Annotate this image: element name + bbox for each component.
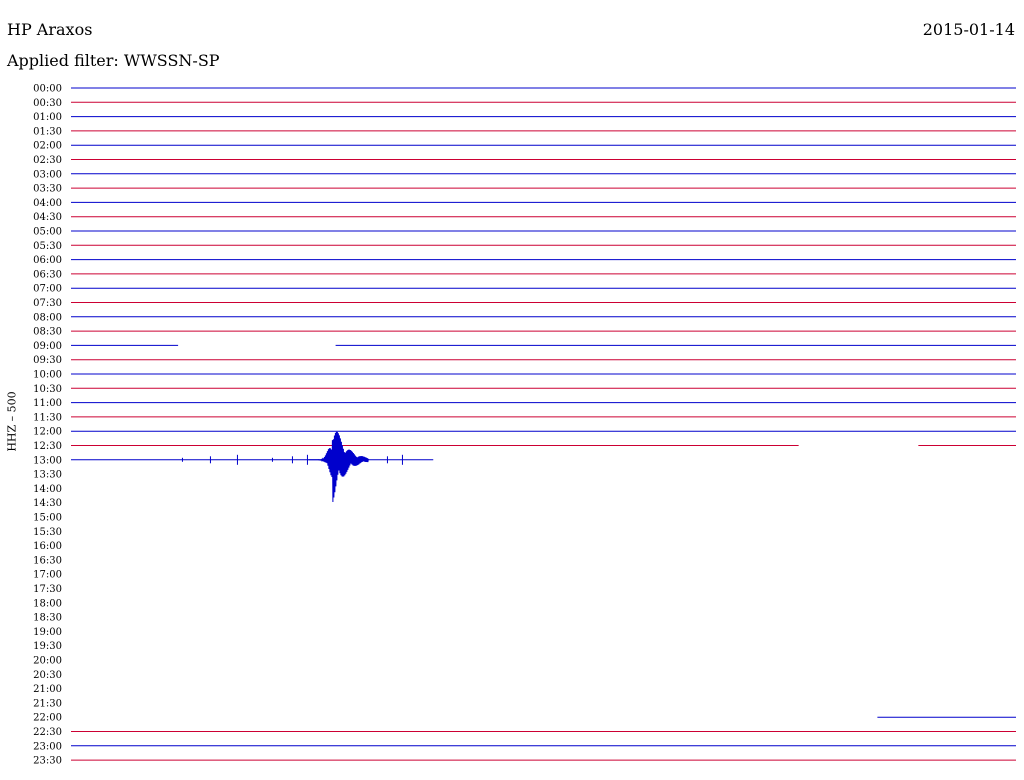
time-tick-1800: 18:00 bbox=[33, 598, 62, 609]
time-tick-2030: 20:30 bbox=[33, 670, 62, 681]
time-tick-0230: 02:30 bbox=[33, 155, 62, 166]
time-tick-1230: 12:30 bbox=[33, 441, 62, 452]
time-tick-2130: 21:30 bbox=[33, 698, 62, 709]
time-tick-2000: 20:00 bbox=[33, 656, 62, 667]
time-tick-1300: 13:00 bbox=[33, 455, 62, 466]
time-tick-0300: 03:00 bbox=[33, 169, 62, 180]
time-tick-1600: 16:00 bbox=[33, 541, 62, 552]
time-tick-0800: 08:00 bbox=[33, 312, 62, 323]
time-tick-1400: 14:00 bbox=[33, 484, 62, 495]
time-tick-1930: 19:30 bbox=[33, 641, 62, 652]
time-tick-1200: 12:00 bbox=[33, 427, 62, 438]
time-tick-1500: 15:00 bbox=[33, 513, 62, 524]
seismic-traces bbox=[71, 87, 1016, 761]
time-tick-2300: 23:00 bbox=[33, 741, 62, 752]
seismic-events bbox=[181, 431, 403, 503]
time-tick-0000: 00:00 bbox=[33, 84, 62, 95]
time-tick-2330: 23:30 bbox=[33, 756, 62, 767]
time-tick-1900: 19:00 bbox=[33, 627, 62, 638]
time-tick-0400: 04:00 bbox=[33, 198, 62, 209]
time-tick-1100: 11:00 bbox=[33, 398, 62, 409]
time-tick-0430: 04:30 bbox=[33, 212, 62, 223]
time-tick-labels: 00:00 00:30 01:00 01:30 02:00 02:30 03:00 03:30… bbox=[33, 84, 62, 767]
time-tick-1530: 15:30 bbox=[33, 527, 62, 538]
time-tick-0330: 03:30 bbox=[33, 184, 62, 195]
time-tick-0900: 09:00 bbox=[33, 341, 62, 352]
time-tick-0630: 06:30 bbox=[33, 269, 62, 280]
time-tick-1000: 10:00 bbox=[33, 370, 62, 381]
time-tick-0100: 01:00 bbox=[33, 112, 62, 123]
helicorder-plot: 00:00 00:30 01:00 01:30 02:00 02:30 03:00 03:30… bbox=[33, 84, 1016, 767]
time-tick-1730: 17:30 bbox=[33, 584, 62, 595]
time-tick-0830: 08:30 bbox=[33, 327, 62, 338]
time-tick-1330: 13:30 bbox=[33, 470, 62, 481]
time-tick-1130: 11:30 bbox=[33, 412, 62, 423]
time-tick-2230: 22:30 bbox=[33, 727, 62, 738]
time-tick-0200: 02:00 bbox=[33, 141, 62, 152]
time-tick-0600: 06:00 bbox=[33, 255, 62, 266]
time-tick-1830: 18:30 bbox=[33, 613, 62, 624]
time-tick-0930: 09:30 bbox=[33, 355, 62, 366]
time-tick-1030: 10:30 bbox=[33, 384, 62, 395]
time-tick-2200: 22:00 bbox=[33, 713, 62, 724]
time-tick-0030: 00:30 bbox=[33, 98, 62, 109]
time-tick-2100: 21:00 bbox=[33, 684, 62, 695]
time-tick-1630: 16:30 bbox=[33, 555, 62, 566]
time-tick-0730: 07:30 bbox=[33, 298, 62, 309]
time-tick-0700: 07:00 bbox=[33, 284, 62, 295]
time-tick-0500: 05:00 bbox=[33, 227, 62, 238]
time-tick-0130: 01:30 bbox=[33, 126, 62, 137]
event-waveform-0 bbox=[308, 431, 369, 503]
time-tick-1700: 17:00 bbox=[33, 570, 62, 581]
time-tick-1430: 14:30 bbox=[33, 498, 62, 509]
time-tick-0530: 05:30 bbox=[33, 241, 62, 252]
